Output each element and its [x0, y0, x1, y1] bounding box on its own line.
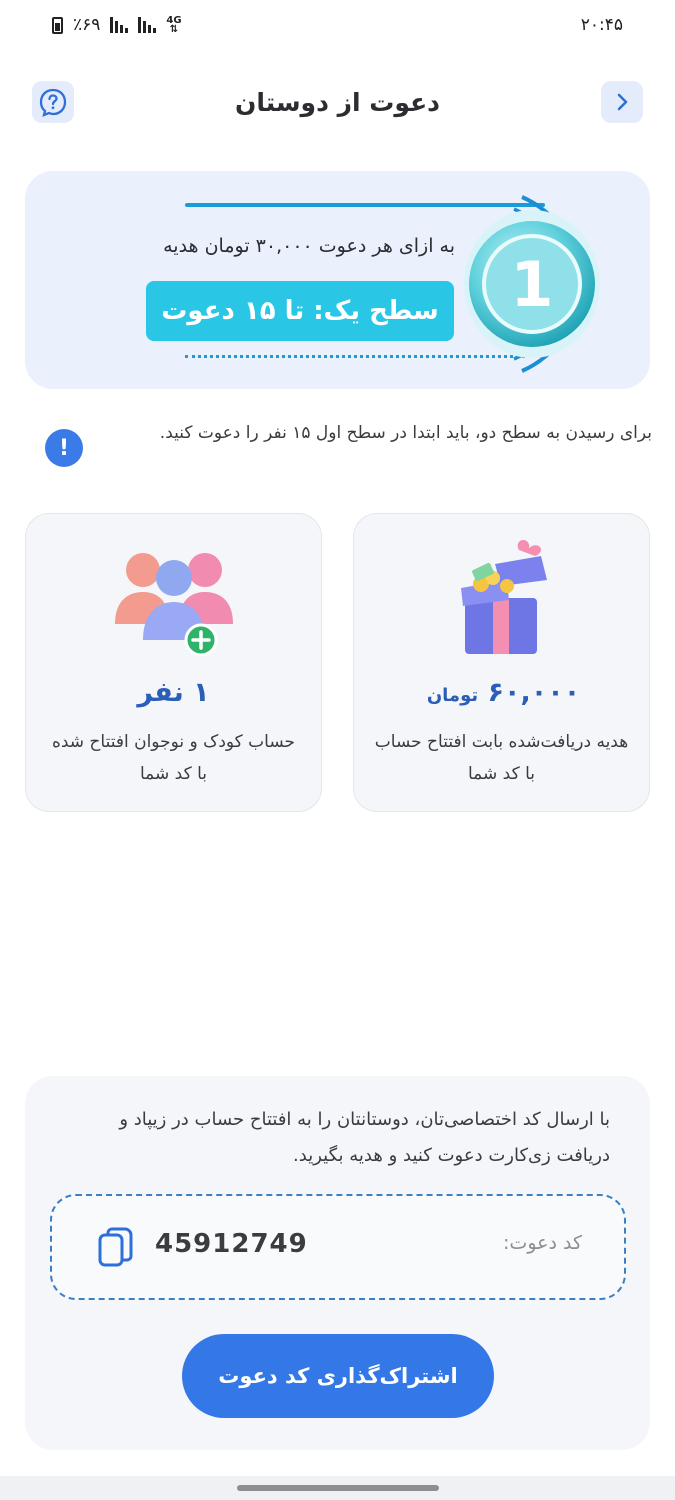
- info-notice: ! برای رسیدن به سطح دو، باید ابتدا در سط…: [42, 418, 652, 478]
- invite-code-box: کد دعوت: 45912749: [50, 1194, 626, 1300]
- gift-value: ۶۰,۰۰۰ تومان: [426, 677, 581, 708]
- share-invite-code-button[interactable]: اشتراک‌گذاری کد دعوت: [182, 1334, 494, 1418]
- info-text: برای رسیدن به سطح دو، باید ابتدا در سطح …: [159, 423, 652, 443]
- clock: ۲۰:۴۵: [580, 15, 623, 35]
- help-button[interactable]: [32, 81, 74, 123]
- network-type: 4G ⇅: [166, 15, 182, 35]
- signal-icon: [110, 17, 129, 33]
- currency-unit: تومان: [426, 685, 479, 706]
- status-bar: ٪۶۹ 4G ⇅ ۲۰:۴۵: [0, 0, 675, 50]
- invite-code-value: 45912749: [155, 1229, 308, 1259]
- status-icons: ٪۶۹ 4G ⇅: [52, 15, 182, 35]
- page-title: دعوت از دوستان: [235, 87, 440, 117]
- invite-code-label: کد دعوت:: [503, 1232, 582, 1254]
- gift-stat-card: ۶۰,۰۰۰ تومان هدیه دریافت‌شده بابت افتتاح…: [353, 513, 650, 812]
- level-card: به ازای هر دعوت ۳۰,۰۰۰ تومان هدیه سطح یک…: [25, 171, 650, 389]
- gift-box-icon: [460, 539, 547, 654]
- reward-text: به ازای هر دعوت ۳۰,۰۰۰ تومان هدیه: [163, 235, 455, 257]
- invite-description: با ارسال کد اختصاصی‌تان، دوستانتان را به…: [119, 1109, 610, 1166]
- level-badge-icon: 1: [464, 195, 600, 373]
- info-icon: !: [45, 429, 83, 467]
- copy-icon[interactable]: [97, 1226, 135, 1270]
- help-icon: [39, 88, 67, 117]
- group-add-icon: [114, 553, 233, 657]
- accounts-stat-card: ۱ نفر حساب کودک و نوجوان افتتاح شده با ک…: [25, 513, 322, 812]
- app-header: دعوت از دوستان: [0, 78, 675, 126]
- gift-description: هدیه دریافت‌شده بابت افتتاح حساب با کد ش…: [374, 732, 629, 784]
- level-label: سطح یک: تا ۱۵ دعوت: [146, 281, 454, 341]
- battery-percent: ٪۶۹: [73, 15, 101, 35]
- back-button[interactable]: [601, 81, 643, 123]
- chevron-right-icon: [617, 93, 628, 111]
- invite-card: با ارسال کد اختصاصی‌تان، دوستانتان را به…: [25, 1076, 650, 1450]
- signal-icon-2: [138, 17, 157, 33]
- badge-number: 1: [510, 248, 553, 321]
- accounts-description: حساب کودک و نوجوان افتتاح شده با کد شما: [51, 732, 296, 784]
- battery-icon: [52, 16, 63, 34]
- home-indicator[interactable]: [237, 1485, 439, 1491]
- accounts-value: ۱ نفر: [137, 677, 210, 708]
